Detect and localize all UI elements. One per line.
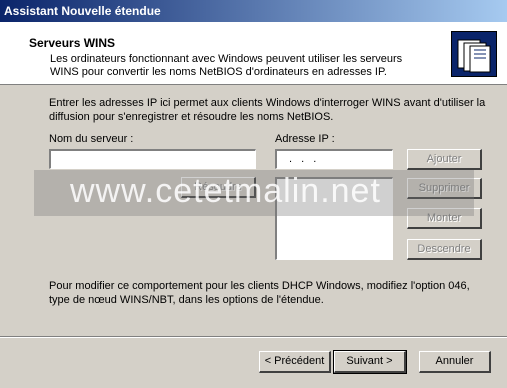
folders-icon bbox=[451, 31, 497, 77]
cancel-button[interactable]: Annuler bbox=[419, 351, 491, 373]
wizard-header: Serveurs WINS Les ordinateurs fonctionna… bbox=[0, 22, 507, 85]
footer-separator-highlight bbox=[0, 337, 507, 338]
server-name-input[interactable] bbox=[49, 149, 256, 169]
back-button[interactable]: < Précédent bbox=[259, 351, 331, 373]
ip-address-label: Adresse IP : bbox=[275, 133, 335, 145]
ip-address-value: . . . bbox=[289, 153, 320, 165]
page-title: Serveurs WINS bbox=[29, 36, 116, 50]
intro-text: Entrer les adresses IP ici permet aux cl… bbox=[49, 97, 486, 123]
window-title-bar[interactable]: Assistant Nouvelle étendue bbox=[0, 0, 507, 22]
page-description: Les ordinateurs fonctionnant avec Window… bbox=[50, 53, 403, 78]
add-button[interactable]: Ajouter bbox=[407, 149, 482, 170]
move-down-button[interactable]: Descendre bbox=[407, 239, 482, 260]
ip-address-input[interactable]: . . . bbox=[275, 149, 393, 169]
dhcp-option-note: Pour modifier ce comportement pour les c… bbox=[49, 280, 470, 306]
window-title: Assistant Nouvelle étendue bbox=[4, 4, 161, 18]
watermark-text: www.cetetmalin.net bbox=[70, 172, 381, 210]
next-button[interactable]: Suivant > bbox=[333, 350, 407, 374]
server-name-label: Nom du serveur : bbox=[49, 133, 134, 145]
